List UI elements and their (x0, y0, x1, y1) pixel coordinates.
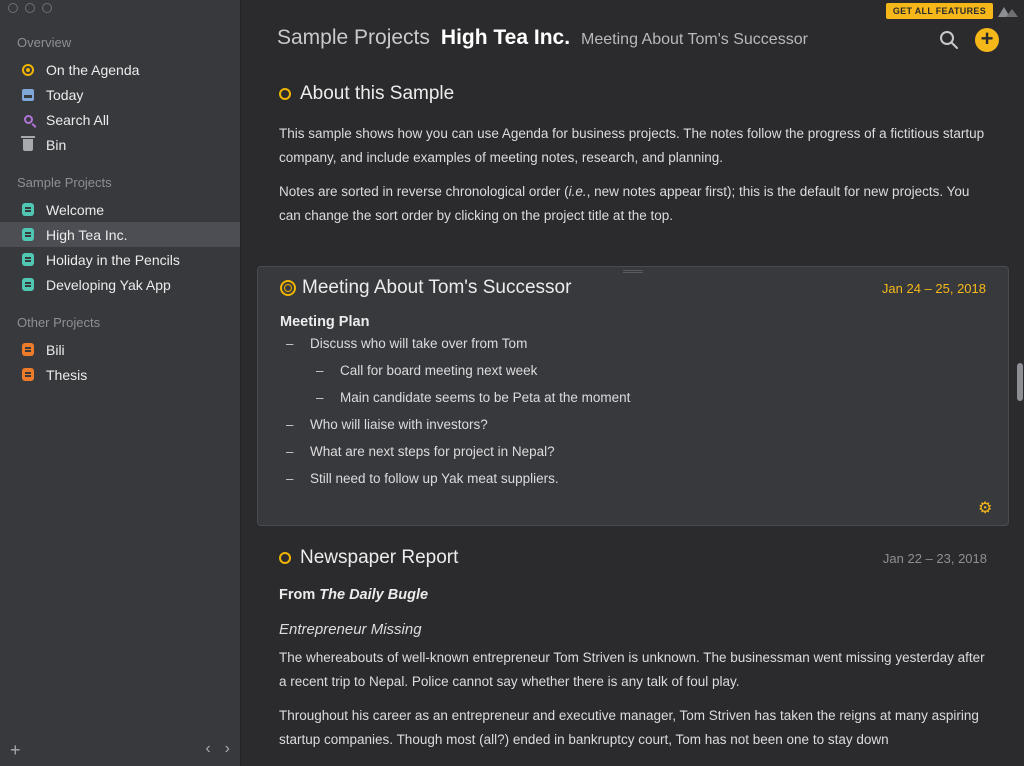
calendar-icon (21, 88, 35, 102)
note-title-row: Meeting About Tom's Successor Jan 24 – 2… (280, 275, 986, 301)
note-about-this-sample[interactable]: About this Sample This sample shows how … (257, 81, 1009, 228)
project-icon (21, 368, 35, 382)
list-item: Still need to follow up Yak meat supplie… (280, 465, 986, 492)
sidebar-item-high-tea-inc[interactable]: High Tea Inc. (0, 222, 240, 247)
note-title[interactable]: Newspaper Report (300, 547, 458, 569)
note-subheading: Entrepreneur Missing (279, 621, 422, 638)
note-heading: From The Daily Bugle (279, 587, 429, 603)
bullet-list: Discuss who will take over from Tom Call… (280, 330, 986, 492)
note-title[interactable]: About this Sample (300, 83, 454, 105)
close-window-button[interactable] (8, 3, 18, 13)
breadcrumb-note: Meeting About Tom's Successor (581, 31, 808, 48)
sidebar-item-label: Today (46, 86, 84, 103)
trash-icon (21, 135, 35, 152)
sidebar-item-label: Welcome (46, 201, 105, 218)
other-projects-section-title: Other Projects (17, 315, 101, 330)
sidebar-item-bili[interactable]: Bili (0, 337, 240, 362)
sidebar-item-label: Developing Yak App (46, 276, 171, 293)
sidebar: Overview On the Agenda Today Search All … (0, 0, 241, 766)
get-all-features-button[interactable]: GET ALL FEATURES (885, 3, 993, 19)
note-date[interactable]: Jan 22 – 23, 2018 (883, 551, 987, 566)
note-title-row: About this Sample (279, 81, 987, 107)
minimize-window-button[interactable] (25, 3, 35, 13)
note-on-agenda-icon[interactable] (280, 280, 296, 296)
overview-section-title: Overview (17, 35, 72, 50)
note-paragraph: This sample shows how you can use Agenda… (279, 126, 985, 165)
note-paragraph: Throughout his career as an entrepreneur… (279, 708, 979, 747)
scrollbar-thumb[interactable] (1017, 363, 1023, 401)
sidebar-item-developing-yak-app[interactable]: Developing Yak App (0, 272, 240, 297)
search-icon (21, 113, 35, 127)
sidebar-item-welcome[interactable]: Welcome (0, 197, 240, 222)
project-icon (21, 253, 35, 267)
zoom-window-button[interactable] (42, 3, 52, 13)
note-title[interactable]: Meeting About Tom's Successor (302, 277, 571, 299)
sidebar-item-search-all[interactable]: Search All (0, 107, 240, 132)
note-paragraph: Notes are sorted in reverse chronologica… (279, 184, 970, 223)
window-controls (8, 3, 52, 13)
sidebar-item-label: Bili (46, 341, 65, 358)
sidebar-item-label: Thesis (46, 366, 88, 383)
forward-button[interactable]: › (225, 740, 230, 758)
project-icon (21, 228, 35, 242)
breadcrumb-group[interactable]: Sample Projects (277, 26, 430, 50)
note-meeting-about-toms-successor[interactable]: Meeting About Tom's Successor Jan 24 – 2… (257, 266, 1009, 526)
sample-projects-section-title: Sample Projects (17, 175, 112, 190)
sidebar-item-label: Holiday in the Pencils (46, 251, 180, 268)
note-newspaper-report[interactable]: Newspaper Report Jan 22 – 23, 2018 From … (257, 545, 1009, 752)
back-button[interactable]: ‹ (205, 740, 210, 758)
note-paragraph: The whereabouts of well-known entreprene… (279, 650, 985, 689)
sidebar-footer: + ‹ › (10, 740, 230, 760)
list-item: Main candidate seems to be Peta at the m… (280, 384, 986, 411)
sidebar-item-label: Search All (46, 111, 110, 128)
search-button[interactable] (939, 30, 959, 50)
list-item: Call for board meeting next week (280, 357, 986, 384)
list-item: What are next steps for project in Nepal… (280, 438, 986, 465)
sidebar-item-label: High Tea Inc. (46, 226, 128, 243)
sidebar-item-on-the-agenda[interactable]: On the Agenda (0, 57, 240, 82)
project-icon (21, 203, 35, 217)
sidebar-item-label: On the Agenda (46, 61, 140, 78)
note-date[interactable]: Jan 24 – 25, 2018 (882, 281, 986, 296)
note-status-icon[interactable] (279, 88, 291, 100)
main-content: GET ALL FEATURES Sample Projects High Te… (241, 0, 1024, 766)
agenda-icon (21, 63, 35, 77)
sidebar-item-bin[interactable]: Bin (0, 132, 240, 157)
note-heading: Meeting Plan (280, 314, 370, 330)
history-navigation: ‹ › (205, 740, 230, 758)
add-note-button[interactable]: + (975, 28, 999, 52)
sidebar-item-holiday-in-the-pencils[interactable]: Holiday in the Pencils (0, 247, 240, 272)
sidebar-item-thesis[interactable]: Thesis (0, 362, 240, 387)
add-project-button[interactable]: + (10, 740, 21, 761)
project-title[interactable]: High Tea Inc. (441, 26, 570, 50)
gear-icon[interactable]: ⚙ (978, 501, 994, 517)
sidebar-item-label: Bin (46, 136, 67, 153)
project-icon (21, 343, 35, 357)
note-status-icon[interactable] (279, 552, 291, 564)
project-icon (21, 278, 35, 292)
sidebar-item-today[interactable]: Today (0, 82, 240, 107)
note-title-row: Newspaper Report Jan 22 – 23, 2018 (279, 545, 987, 571)
breadcrumb: Sample Projects High Tea Inc. Meeting Ab… (277, 26, 808, 50)
drag-handle[interactable] (623, 270, 643, 273)
list-item: Discuss who will take over from Tom (280, 330, 986, 357)
list-item: Who will liaise with investors? (280, 411, 986, 438)
mountains-icon (998, 7, 1018, 17)
